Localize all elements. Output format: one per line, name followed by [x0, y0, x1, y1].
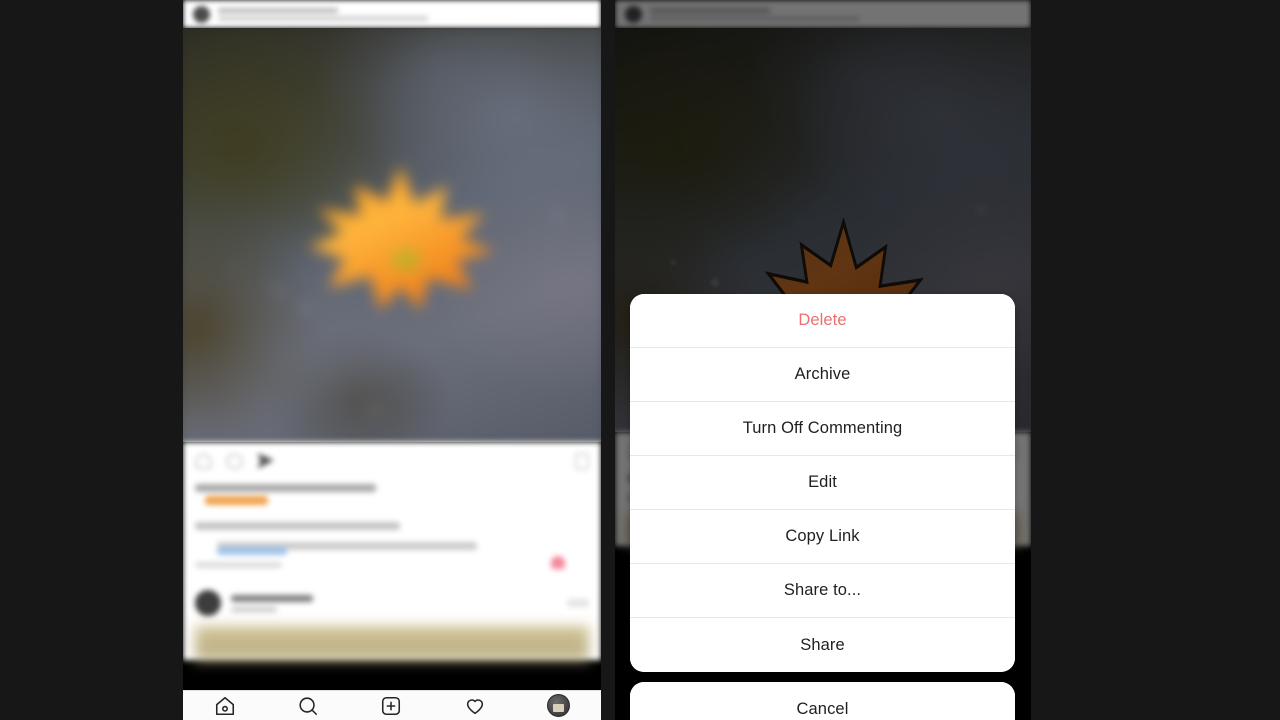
post-body-redacted [183, 442, 601, 660]
maple-leaf-icon [301, 162, 501, 317]
caption-line [217, 542, 478, 555]
action-sheet-item-share-to[interactable]: Share to... [630, 564, 1015, 618]
post-timestamp-redacted [195, 562, 282, 568]
post-header-redacted [183, 0, 601, 28]
left-phone-pane [183, 0, 601, 720]
tab-home[interactable] [214, 695, 236, 717]
author-avatar[interactable] [193, 5, 210, 23]
tab-create[interactable] [380, 695, 402, 717]
screen: Delete Archive Turn Off Commenting Edit … [0, 0, 1280, 720]
share-post-icon[interactable] [257, 453, 274, 469]
next-post-preview[interactable] [195, 626, 589, 660]
tab-search[interactable] [297, 695, 319, 717]
action-sheet-options-group: Delete Archive Turn Off Commenting Edit … [630, 294, 1015, 672]
caption-line [195, 484, 377, 492]
author-name-redacted [218, 7, 591, 21]
photo-scene [183, 28, 601, 442]
caption-emoji-redacted [205, 496, 269, 506]
liked-heart-icon[interactable] [551, 556, 565, 569]
comment-icon[interactable] [226, 453, 243, 469]
post-photo[interactable] [183, 28, 601, 442]
action-sheet-item-turn-off-commenting[interactable]: Turn Off Commenting [630, 402, 1015, 456]
caption-line [195, 522, 400, 530]
tab-activity[interactable] [464, 695, 486, 717]
action-sheet-item-share[interactable]: Share [630, 618, 1015, 672]
comment-item-redacted [195, 590, 589, 616]
tab-profile[interactable] [547, 694, 571, 717]
commenter-avatar[interactable] [195, 590, 221, 616]
bottom-tab-bar [183, 690, 601, 720]
action-sheet-item-delete[interactable]: Delete [630, 294, 1015, 348]
action-sheet-cancel-group: Cancel [630, 682, 1015, 720]
comment-meta-redacted [567, 599, 589, 607]
like-icon[interactable] [195, 453, 212, 469]
post-action-row [195, 450, 589, 472]
action-sheet-item-archive[interactable]: Archive [630, 348, 1015, 402]
action-sheet-item-cancel[interactable]: Cancel [630, 682, 1015, 720]
bookmark-icon[interactable] [575, 452, 589, 470]
action-sheet-item-copy-link[interactable]: Copy Link [630, 510, 1015, 564]
action-sheet-item-edit[interactable]: Edit [630, 456, 1015, 510]
post-options-action-sheet: Delete Archive Turn Off Commenting Edit … [630, 294, 1015, 720]
